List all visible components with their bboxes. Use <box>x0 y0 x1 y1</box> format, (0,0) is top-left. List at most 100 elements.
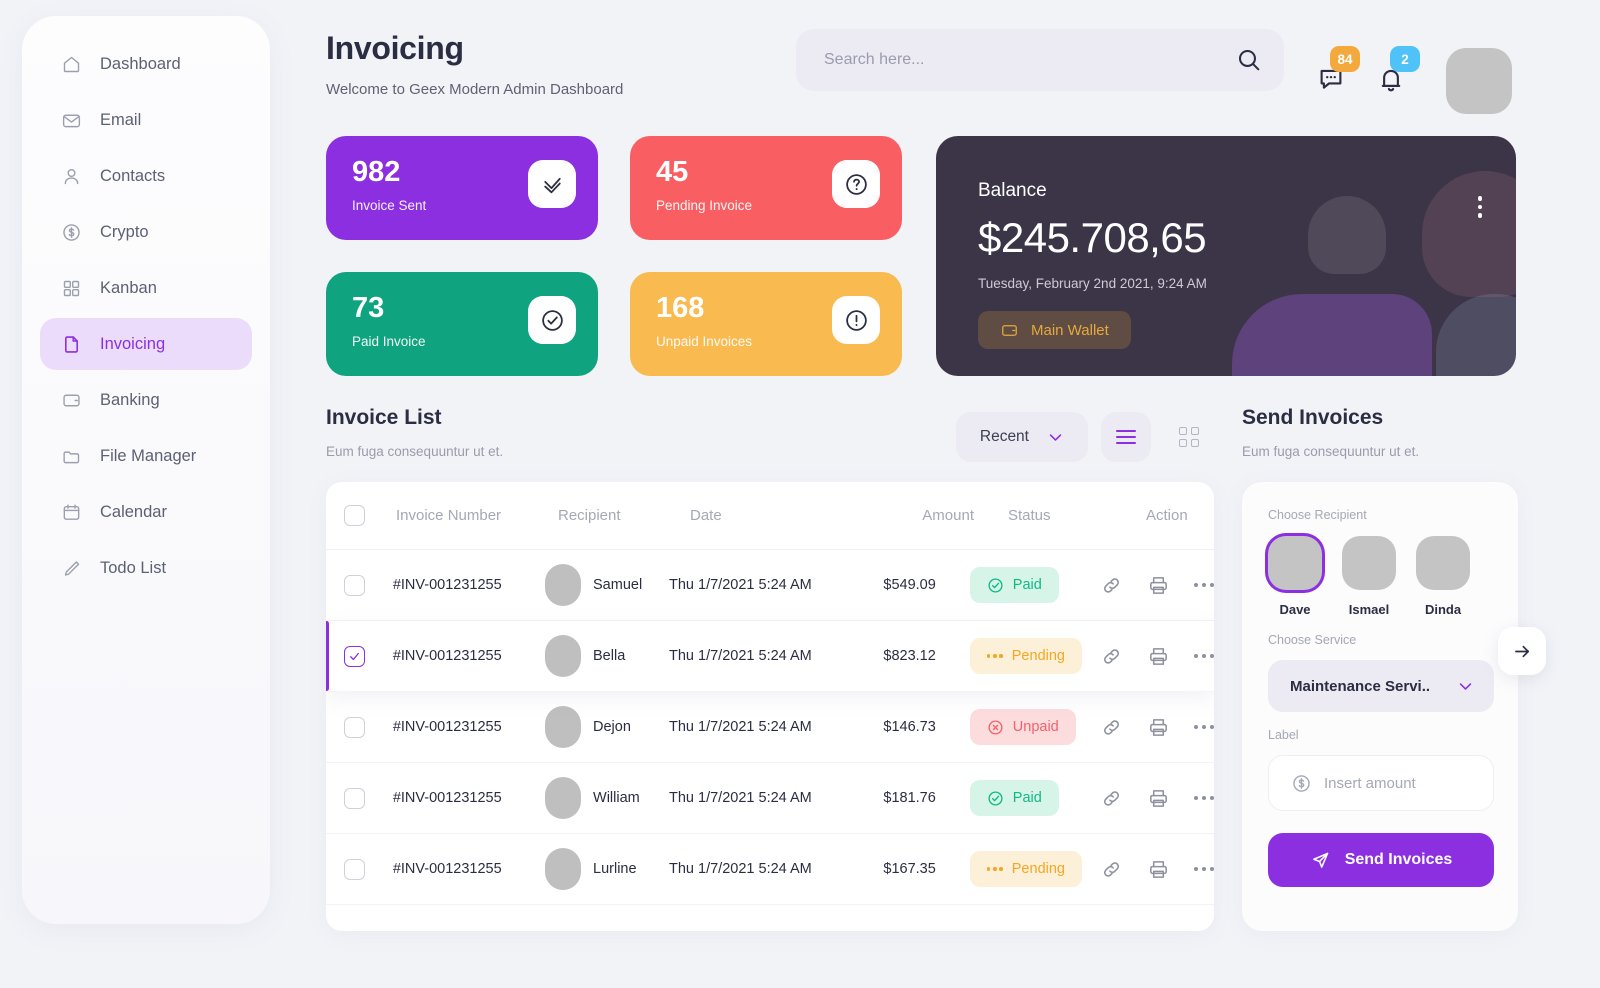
row-more-options-button[interactable] <box>1194 582 1214 588</box>
recipient-carousel-next-button[interactable] <box>1498 627 1546 675</box>
sidebar-item-crypto[interactable]: Crypto <box>40 206 252 258</box>
row-checkbox[interactable] <box>344 787 365 809</box>
page-subtitle: Welcome to Geex Modern Admin Dashboard <box>326 81 624 98</box>
sidebar-item-calendar[interactable]: Calendar <box>40 486 252 538</box>
select-all-checkbox[interactable] <box>344 505 365 526</box>
link-icon[interactable] <box>1100 716 1123 739</box>
send-invoices-button[interactable]: Send Invoices <box>1268 833 1494 887</box>
sidebar-item-invoicing[interactable]: Invoicing <box>40 318 252 370</box>
pencil-icon <box>60 557 82 579</box>
table-row[interactable]: #INV-001231255 Lurline Thu 1/7/2021 5:24… <box>326 834 1214 905</box>
print-icon[interactable] <box>1147 787 1170 810</box>
grid-view-button[interactable] <box>1164 412 1214 462</box>
choose-service-label: Choose Service <box>1268 633 1357 647</box>
service-select[interactable]: Maintenance Servi.. <box>1268 660 1494 712</box>
amount-label: Label <box>1268 728 1299 742</box>
print-icon[interactable] <box>1147 716 1170 739</box>
search-icon[interactable] <box>1236 47 1262 73</box>
link-icon[interactable] <box>1100 858 1123 881</box>
recipient-name: Dinda <box>1424 602 1462 617</box>
main-content: Invoicing Welcome to Geex Modern Admin D… <box>300 0 1600 988</box>
cell-amount: $823.12 <box>883 648 936 664</box>
column-header-date: Date <box>690 507 722 524</box>
send-invoices-button-label: Send Invoices <box>1344 851 1453 868</box>
sidebar-item-contacts[interactable]: Contacts <box>40 150 252 202</box>
cell-status: Pending <box>952 638 1090 674</box>
sort-dropdown[interactable]: Recent <box>955 412 1088 462</box>
sidebar-item-banking[interactable]: Banking <box>40 374 252 426</box>
messages-button[interactable]: 84 <box>1316 46 1360 94</box>
user-avatar[interactable] <box>1446 48 1512 114</box>
stat-label: Invoice Sent <box>352 198 427 213</box>
sidebar-item-dashboard[interactable]: Dashboard <box>40 38 252 90</box>
row-more-options-button[interactable] <box>1194 653 1214 659</box>
x-circle-icon <box>987 719 1004 736</box>
table-row[interactable]: #INV-001231255 Dejon Thu 1/7/2021 5:24 A… <box>326 692 1214 763</box>
list-view-button[interactable] <box>1101 412 1151 462</box>
stat-value: 982 <box>352 156 401 188</box>
notifications-button[interactable]: 2 <box>1376 46 1420 94</box>
stat-card-paid-invoice[interactable]: 73 Paid Invoice <box>326 272 598 376</box>
main-wallet-button[interactable]: Main Wallet <box>978 311 1131 349</box>
recipient-option-dinda[interactable]: Dinda <box>1416 536 1470 617</box>
cell-recipient: Dejon <box>545 706 669 748</box>
document-icon <box>60 333 82 355</box>
cell-status: Pending <box>952 851 1090 887</box>
recipient-option-dave[interactable]: Dave <box>1268 536 1322 617</box>
sidebar-item-email[interactable]: Email <box>40 94 252 146</box>
chevron-down-icon <box>1047 429 1064 446</box>
recipient-name: Samuel <box>593 577 643 593</box>
table-row[interactable]: #INV-001231255 Bella Thu 1/7/2021 5:24 A… <box>326 621 1214 692</box>
table-header-row: Invoice Number Recipient Date Amount Sta… <box>326 482 1214 550</box>
status-badge: Pending <box>969 638 1082 674</box>
stat-value: 73 <box>352 292 385 324</box>
status-label: Paid <box>1012 790 1042 806</box>
row-checkbox[interactable] <box>344 645 365 667</box>
table-row[interactable]: #INV-001231255 William Thu 1/7/2021 5:24… <box>326 763 1214 834</box>
amount-field[interactable] <box>1268 755 1494 811</box>
amount-input[interactable] <box>1324 774 1471 792</box>
row-checkbox[interactable] <box>344 574 365 596</box>
stat-card-pending-invoice[interactable]: 45 Pending Invoice <box>630 136 902 240</box>
row-more-options-button[interactable] <box>1194 866 1214 872</box>
stats-zone: 982 Invoice Sent 45 Pending Invoice 73 P… <box>326 136 1574 376</box>
print-icon[interactable] <box>1147 574 1170 597</box>
wallet-icon <box>1000 321 1019 340</box>
link-icon[interactable] <box>1100 574 1123 597</box>
print-icon[interactable] <box>1147 645 1170 668</box>
recipient-option-ismael[interactable]: Ismael <box>1342 536 1396 617</box>
search-bar[interactable] <box>796 29 1284 91</box>
link-icon[interactable] <box>1100 645 1123 668</box>
row-more-options-button[interactable] <box>1194 724 1214 730</box>
main-wallet-label: Main Wallet <box>1031 321 1109 339</box>
sidebar-item-file-manager[interactable]: File Manager <box>40 430 252 482</box>
cell-date: Thu 1/7/2021 5:24 AM <box>669 719 812 735</box>
row-checkbox[interactable] <box>344 858 365 880</box>
avatar <box>1342 536 1396 590</box>
row-checkbox[interactable] <box>344 716 365 738</box>
double-check-icon <box>528 160 576 208</box>
cell-invoice-number: #INV-001231255 <box>392 648 502 664</box>
balance-more-options-button[interactable] <box>1477 196 1482 218</box>
cell-actions <box>1090 716 1214 739</box>
sidebar-item-kanban[interactable]: Kanban <box>40 262 252 314</box>
stat-card-unpaid-invoices[interactable]: 168 Unpaid Invoices <box>630 272 902 376</box>
sidebar-item-todo-list[interactable]: Todo List <box>40 542 252 594</box>
link-icon[interactable] <box>1100 787 1123 810</box>
status-label: Pending <box>1011 861 1065 877</box>
invoice-table: Invoice Number Recipient Date Amount Sta… <box>326 482 1214 931</box>
sort-dropdown-label: Recent <box>979 428 1029 445</box>
print-icon[interactable] <box>1147 858 1170 881</box>
row-more-options-button[interactable] <box>1194 795 1214 801</box>
row-select-cell <box>344 858 393 880</box>
page-heading-group: Invoicing Welcome to Geex Modern Admin D… <box>326 22 796 98</box>
sidebar-item-label: Calendar <box>100 502 167 521</box>
exclamation-circle-icon <box>832 296 880 344</box>
pending-dots-icon <box>986 654 1003 658</box>
table-row[interactable]: #INV-001231255 Samuel Thu 1/7/2021 5:24 … <box>326 550 1214 621</box>
search-input[interactable] <box>796 29 1284 91</box>
top-bar: Invoicing Welcome to Geex Modern Admin D… <box>326 22 1574 130</box>
sidebar-item-label: File Manager <box>100 446 197 465</box>
messages-badge: 84 <box>1330 46 1360 72</box>
stat-card-invoice-sent[interactable]: 982 Invoice Sent <box>326 136 598 240</box>
